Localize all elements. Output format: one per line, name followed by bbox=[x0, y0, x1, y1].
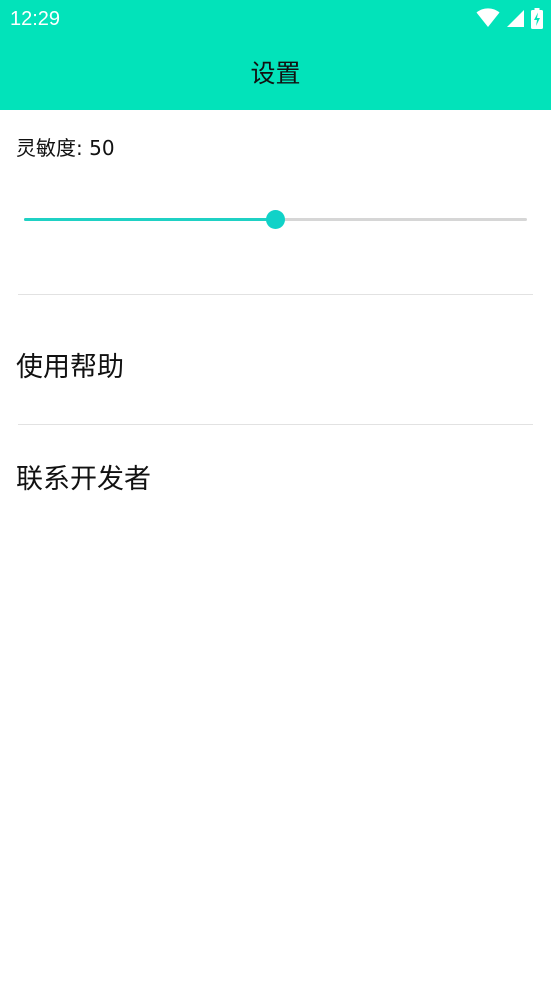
page-title: 设置 bbox=[250, 59, 301, 88]
slider-thumb[interactable] bbox=[266, 210, 285, 229]
menu-item-contact-developer[interactable]: 联系开发者 bbox=[0, 426, 551, 538]
battery-charging-icon bbox=[531, 7, 543, 29]
sensitivity-slider[interactable] bbox=[24, 208, 527, 232]
menu-item-help[interactable]: 使用帮助 bbox=[0, 296, 551, 424]
menu-item-contact-developer-label: 联系开发者 bbox=[16, 464, 151, 495]
status-icons bbox=[476, 7, 543, 29]
signal-icon bbox=[507, 9, 524, 27]
menu-item-help-label: 使用帮助 bbox=[16, 352, 124, 383]
status-time: 12:29 bbox=[10, 8, 61, 30]
divider bbox=[18, 294, 533, 295]
divider bbox=[18, 424, 533, 425]
wifi-icon bbox=[476, 8, 500, 27]
slider-fill bbox=[24, 218, 276, 221]
sensitivity-label: 灵敏度: 50 bbox=[16, 136, 115, 160]
app-header: 12:29 设置 bbox=[0, 0, 551, 110]
